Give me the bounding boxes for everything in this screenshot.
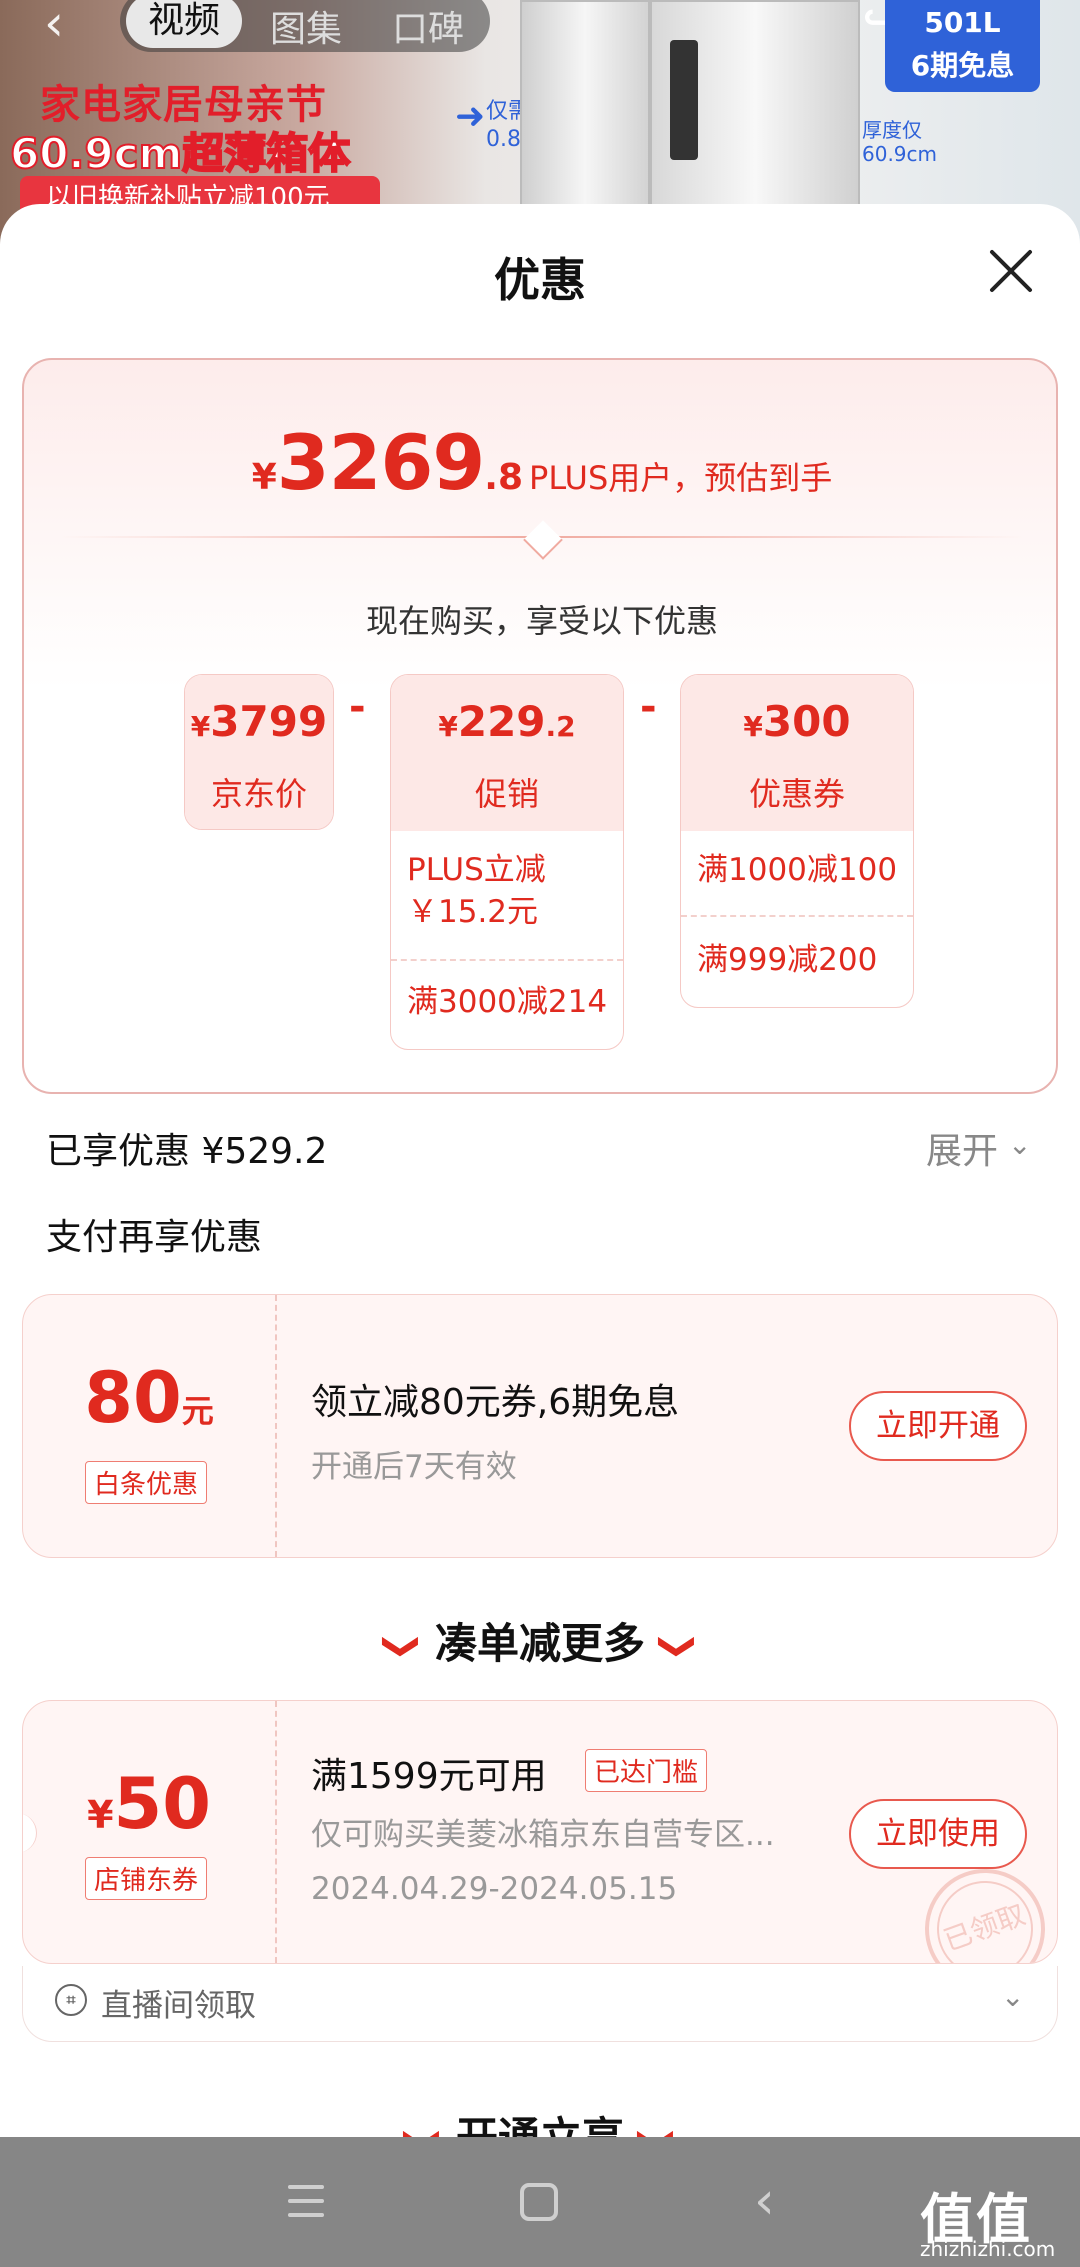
baitiao-title: 领立减80元券,6期免息 [311, 1382, 680, 1423]
fridge-image [520, 0, 650, 220]
enjoyed-discount-total: 已享优惠 ¥529.2 [46, 1131, 328, 1172]
store-coupon-card: ¥50 店铺东券 满1599元可用 已达门槛 仅可购买美菱冰箱京东自营专区...… [22, 1700, 1058, 1964]
fridge-handle [670, 40, 698, 160]
final-price-currency: ¥ [251, 457, 277, 498]
discount-sheet: 优惠 ¥3269.8 PLUS用户，预估到手 现在购买，享受以下优惠 ¥3799 … [0, 204, 1080, 2162]
watermark-url: zhizhizhi.com [920, 2237, 1056, 2261]
more-section-header: ❯ 凑单减更多 ❯ [0, 1610, 1080, 1671]
final-price-note: PLUS用户，预估到手 [529, 459, 833, 497]
baitiao-subtitle: 开通后7天有效 [311, 1449, 517, 1485]
jd-price-amount: ¥3799 [185, 697, 333, 746]
tab-video[interactable]: 视频 [126, 0, 243, 48]
currency-symbol: ¥ [438, 710, 458, 743]
coupon-amount: ¥300 [681, 697, 913, 746]
minus-sign: - [349, 684, 366, 730]
amount: 50 [113, 1763, 211, 1845]
activate-button[interactable]: 立即开通 [849, 1391, 1027, 1461]
jd-price-box: ¥3799 京东价 [184, 674, 334, 830]
use-now-button[interactable]: 立即使用 [849, 1799, 1027, 1869]
final-price-integer: 3269 [276, 418, 486, 507]
amount: 80 [84, 1357, 182, 1439]
currency-symbol: ¥ [743, 710, 763, 743]
amount-decimal: .2 [545, 710, 576, 743]
depth-callout: 厚度仅 60.9cm [862, 118, 937, 166]
home-icon[interactable] [520, 2183, 558, 2221]
buy-now-title: 现在购买，享受以下优惠 [365, 602, 718, 640]
coupon-label: 优惠券 [748, 775, 845, 813]
expand-button[interactable]: 展开 [926, 1122, 998, 1174]
dashed-divider [681, 915, 913, 917]
coupon-separator [275, 1295, 277, 1557]
depth-value: 60.9cm [862, 142, 938, 166]
amount: 3799 [210, 697, 328, 746]
chevron-down-icon[interactable]: ⌄ [1008, 1128, 1031, 1161]
tab-reviews[interactable]: 口碑 [392, 0, 464, 52]
system-nav-bar: ‹ 值值值 zhizhizhi.com [0, 2137, 1080, 2267]
currency-symbol: ¥ [190, 710, 211, 743]
promotion-label: 促销 [474, 775, 539, 813]
price-breakdown-card: ¥3269.8 PLUS用户，预估到手 现在购买，享受以下优惠 ¥3799 京东价… [22, 358, 1058, 1094]
baitiao-coupon-card: 80元 白条优惠 领立减80元券,6期免息 开通后7天有效 立即开通 [22, 1294, 1058, 1558]
sheet-title: 优惠 [494, 253, 586, 307]
recent-apps-icon[interactable] [288, 2185, 324, 2219]
arrow-right-icon: ➜ [455, 96, 486, 137]
final-price: ¥3269.8 PLUS用户，预估到手 [24, 418, 1060, 507]
stamp-ring [923, 1867, 1047, 1963]
dashed-divider [391, 959, 623, 961]
minus-sign: - [640, 684, 657, 730]
threshold-badge: 已达门槛 [585, 1749, 708, 1792]
promo-badge: 501L 6期免息 [885, 0, 1040, 92]
volume-label: 501L [924, 6, 1001, 39]
back-icon[interactable]: ‹ [44, 0, 64, 52]
amount: 229 [457, 697, 546, 746]
currency-symbol: ¥ [87, 1793, 114, 1837]
pay-discount-title: 支付再享优惠 [46, 1217, 263, 1258]
chevron-down-icon[interactable]: ⌄ [1001, 1980, 1024, 2013]
coupon-item: 满1000减100 [697, 852, 898, 888]
coupon-source-row[interactable]: ⌗ 直播间领取 ⌄ [22, 1966, 1058, 2042]
coupon-box: ¥300 优惠券 满1000减100 满999减200 [680, 674, 914, 1008]
depth-label: 厚度仅 [862, 118, 922, 142]
chevron-down-icon: ❯ [657, 1631, 699, 1662]
coupon-separator [275, 1701, 277, 1963]
store-coupon-desc: 仅可购买美菱冰箱京东自营专区... [311, 1817, 775, 1853]
tab-gallery[interactable]: 图集 [270, 0, 342, 52]
promotion-box: ¥229.2 促销 PLUS立减 ￥15.2元 满3000减214 [390, 674, 624, 1050]
amount: 300 [762, 697, 851, 746]
final-price-decimal: .8 [484, 457, 524, 498]
baitiao-amount: 80元 [23, 1357, 275, 1439]
promotion-item: 满3000减214 [407, 984, 608, 1020]
coupon-item: 满999减200 [697, 942, 878, 978]
live-room-icon: ⌗ [55, 1984, 87, 2016]
banner-subheadline: 60.9cm超薄箱体 [9, 128, 351, 179]
jd-price-label: 京东价 [210, 775, 307, 813]
back-icon[interactable]: ‹ [754, 2171, 775, 2231]
divider-notch [523, 520, 563, 560]
unit: 元 [181, 1392, 214, 1430]
coupon-source-label: 直播间领取 [101, 1988, 256, 2024]
promotion-amount: ¥229.2 [391, 697, 623, 746]
store-coupon-title: 满1599元可用 [311, 1756, 547, 1797]
chevron-down-icon: ❯ [381, 1631, 423, 1662]
installment-label: 6期免息 [910, 49, 1015, 82]
store-coupon-tag: 店铺东券 [85, 1857, 208, 1900]
promotion-item: PLUS立减 ￥15.2元 [407, 852, 546, 930]
more-section-title: 凑单减更多 [434, 1619, 645, 1668]
store-coupon-amount: ¥50 [23, 1763, 275, 1845]
baitiao-tag: 白条优惠 [85, 1461, 208, 1504]
close-icon[interactable] [986, 246, 1036, 296]
store-coupon-validity: 2024.04.29-2024.05.15 [311, 1871, 678, 1907]
